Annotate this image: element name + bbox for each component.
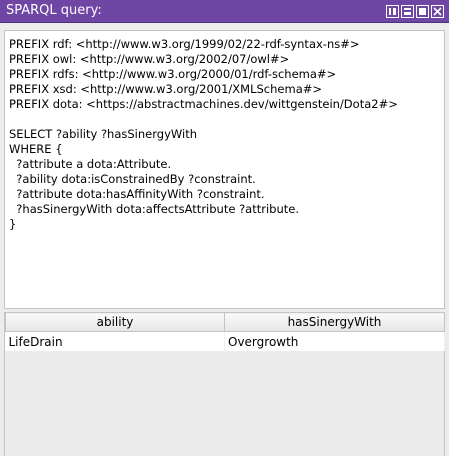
table-cell: Overgrowth (224, 331, 445, 351)
table-row[interactable]: LifeDrain Overgrowth (5, 331, 445, 351)
window-titlebar[interactable]: SPARQL query: (0, 0, 449, 23)
table-cell: LifeDrain (5, 331, 225, 351)
column-header-hassinergywith[interactable]: hasSinergyWith (224, 312, 445, 332)
sparql-query-window: SPARQL query: PREFIX rdf: <http://www.w3… (0, 0, 449, 456)
minimize-icon[interactable] (401, 5, 414, 18)
split-panel-icon[interactable] (386, 5, 399, 18)
column-header-ability[interactable]: ability (5, 312, 225, 332)
results-table: ability hasSinergyWith LifeDrain Overgro… (5, 312, 445, 351)
results-panel: ability hasSinergyWith LifeDrain Overgro… (4, 312, 445, 456)
query-text[interactable]: PREFIX rdf: <http://www.w3.org/1999/02/2… (5, 31, 444, 232)
results-header-row: ability hasSinergyWith (5, 312, 445, 332)
maximize-icon[interactable] (416, 5, 429, 18)
window-controls (386, 5, 444, 18)
close-icon[interactable] (431, 5, 444, 18)
window-title: SPARQL query: (6, 3, 102, 18)
sparql-query-editor[interactable]: PREFIX rdf: <http://www.w3.org/1999/02/2… (4, 30, 445, 309)
